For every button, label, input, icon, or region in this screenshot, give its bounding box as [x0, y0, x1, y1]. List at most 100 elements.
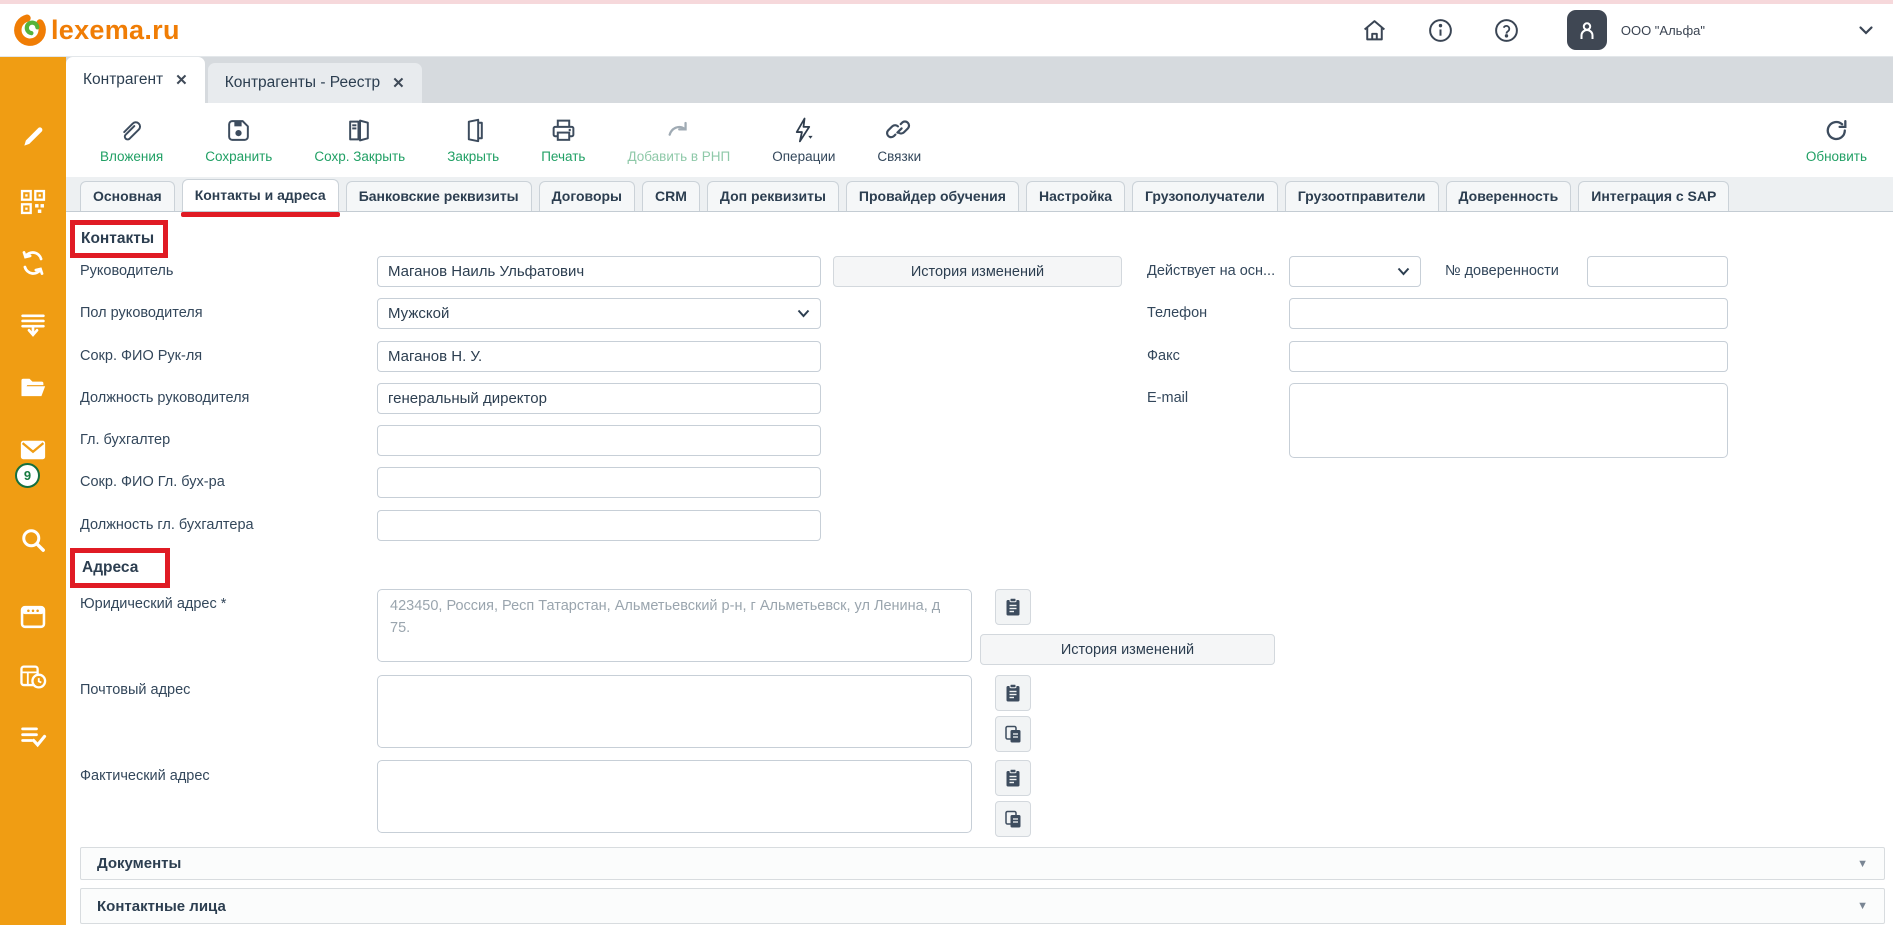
address-history-button[interactable]: История изменений	[980, 634, 1275, 665]
window-tab-contractors-registry[interactable]: Контрагенты - Реестр ✕	[208, 63, 422, 103]
attorney-number-input[interactable]	[1587, 256, 1728, 287]
label-accountant-short-name: Сокр. ФИО Гл. бух-ра	[80, 474, 225, 490]
home-icon[interactable]	[1361, 16, 1389, 44]
label-chief-accountant: Гл. бухгалтер	[80, 432, 170, 448]
chevron-down-icon	[797, 309, 810, 318]
contacts-section-title: Контакты	[81, 230, 154, 248]
tab-contacts-addresses[interactable]: Контакты и адреса	[182, 179, 339, 211]
schedule-icon[interactable]	[18, 662, 48, 692]
label-fax: Факс	[1147, 348, 1180, 364]
close-icon[interactable]: ✕	[175, 71, 188, 89]
label-head-short-name: Сокр. ФИО Рук-ля	[80, 348, 202, 364]
legal-address-textarea[interactable]: 423450, Россия, Респ Татарстан, Альметье…	[377, 589, 972, 662]
chevron-down-icon	[1397, 267, 1410, 276]
copy-actual-button[interactable]	[995, 801, 1031, 837]
tasks-icon[interactable]	[18, 722, 48, 752]
mail-badge: 9	[15, 463, 40, 488]
label-email: E-mail	[1147, 390, 1188, 406]
form-content: Контакты Руководитель Пол руководителя М…	[66, 212, 1893, 925]
account-menu[interactable]: ООО "Альфа"	[1567, 10, 1705, 50]
chevron-down-icon: ▼	[1857, 858, 1868, 870]
mail-icon[interactable]	[18, 435, 48, 465]
tab-training-provider[interactable]: Провайдер обучения	[846, 181, 1019, 211]
email-textarea[interactable]	[1289, 383, 1728, 458]
company-name: ООО "Альфа"	[1621, 23, 1705, 38]
paste-postal-button[interactable]	[995, 675, 1031, 711]
history-button[interactable]: История изменений	[833, 256, 1122, 287]
head-gender-select[interactable]: Мужской	[377, 298, 821, 329]
head-input[interactable]	[377, 256, 821, 287]
refresh-button[interactable]: Обновить	[1785, 117, 1893, 164]
pencil-icon[interactable]	[18, 122, 48, 152]
tab-main[interactable]: Основная	[80, 181, 175, 211]
clipboard-icon	[1003, 768, 1023, 788]
head-position-input[interactable]	[377, 383, 821, 414]
acts-on-basis-select[interactable]	[1289, 256, 1421, 287]
folder-icon[interactable]	[18, 373, 48, 403]
links-button[interactable]: Связки	[856, 117, 942, 164]
label-postal-address: Почтовый адрес	[80, 682, 190, 698]
tab-consignees[interactable]: Грузополучатели	[1132, 181, 1278, 211]
actual-address-textarea[interactable]	[377, 760, 972, 833]
form-tab-strip: Основная Контакты и адреса Банковские ре…	[66, 177, 1893, 212]
tab-settings[interactable]: Настройка	[1026, 181, 1125, 211]
chief-accountant-input[interactable]	[377, 425, 821, 456]
tab-shippers[interactable]: Грузоотправители	[1285, 181, 1439, 211]
label-phone: Телефон	[1147, 305, 1207, 321]
window-tab-label: Контрагент	[83, 71, 163, 89]
info-icon[interactable]	[1427, 16, 1455, 44]
window-tab-label: Контрагенты - Реестр	[225, 74, 380, 92]
tab-extra-details[interactable]: Доп реквизиты	[707, 181, 839, 211]
calendar-icon[interactable]	[18, 602, 48, 632]
print-button[interactable]: Печать	[520, 117, 606, 164]
label-accountant-position: Должность гл. бухгалтера	[80, 517, 254, 533]
window-tab-bar: Контрагент ✕ Контрагенты - Реестр ✕	[66, 57, 1893, 103]
list-export-icon[interactable]	[18, 310, 48, 340]
tab-power-of-attorney[interactable]: Доверенность	[1446, 181, 1572, 211]
paste-actual-button[interactable]	[995, 760, 1031, 796]
annotation-red-underline	[181, 212, 340, 217]
label-actual-address: Фактический адрес	[80, 768, 210, 784]
accountant-position-input[interactable]	[377, 510, 821, 541]
qr-code-icon[interactable]	[18, 187, 48, 217]
chevron-down-icon[interactable]	[1855, 19, 1877, 41]
head-short-name-input[interactable]	[377, 341, 821, 372]
tab-bank-details[interactable]: Банковские реквизиты	[346, 181, 532, 211]
save-close-button[interactable]: Сохр. Закрыть	[293, 117, 426, 164]
tab-sap-integration[interactable]: Интеграция с SAP	[1578, 181, 1729, 211]
help-icon[interactable]	[1493, 16, 1521, 44]
save-icon	[225, 117, 252, 144]
paste-address-button[interactable]	[995, 589, 1031, 625]
lexema-logo-icon	[12, 12, 48, 48]
redo-arrow-icon	[665, 117, 692, 144]
operations-button[interactable]: Операции	[751, 117, 856, 164]
accordion-documents[interactable]: Документы ▼	[80, 847, 1885, 880]
label-head-position: Должность руководителя	[80, 390, 249, 406]
label-head-gender: Пол руководителя	[80, 305, 203, 321]
link-icon	[886, 117, 913, 144]
phone-input[interactable]	[1289, 298, 1728, 329]
tab-contracts[interactable]: Договоры	[539, 181, 635, 211]
tab-crm[interactable]: CRM	[642, 181, 700, 211]
copy-postal-button[interactable]	[995, 716, 1031, 752]
label-acts-on-basis: Действует на осн...	[1147, 263, 1275, 279]
close-icon[interactable]: ✕	[392, 74, 405, 92]
save-button[interactable]: Сохранить	[184, 117, 293, 164]
brand-name: lexema.ru	[51, 15, 180, 46]
add-to-rnp-button: Добавить в РНП	[606, 117, 751, 164]
accordion-contact-persons[interactable]: Контактные лица ▼	[80, 888, 1885, 924]
label-head: Руководитель	[80, 263, 173, 279]
search-icon[interactable]	[18, 525, 48, 555]
fax-input[interactable]	[1289, 341, 1728, 372]
accountant-short-name-input[interactable]	[377, 467, 821, 498]
lexema-logo[interactable]: lexema.ru	[12, 12, 180, 48]
window-tab-contractor[interactable]: Контрагент ✕	[66, 57, 205, 103]
legal-address-placeholder: 423450, Россия, Респ Татарстан, Альметье…	[378, 590, 971, 646]
addresses-section-title: Адреса	[82, 559, 138, 577]
label-legal-address: Юридический адрес *	[80, 596, 226, 612]
close-button[interactable]: Закрыть	[426, 117, 520, 164]
postal-address-textarea[interactable]	[377, 675, 972, 748]
attachments-button[interactable]: Вложения	[79, 117, 184, 164]
copy-icon	[1003, 724, 1023, 744]
sync-icon[interactable]	[18, 248, 48, 278]
